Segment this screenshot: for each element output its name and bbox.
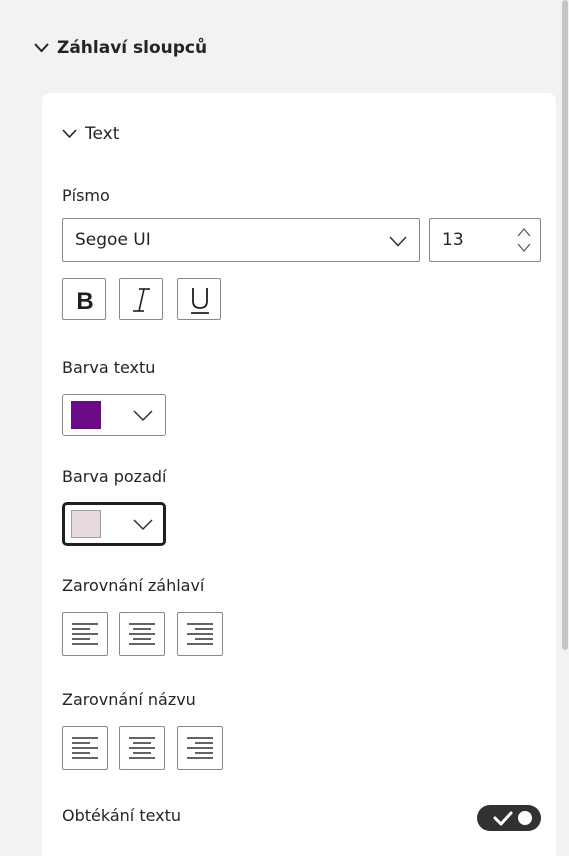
align-left-icon (72, 737, 98, 759)
text-color-swatch (71, 401, 101, 429)
header-alignment-label: Zarovnání záhlaví (62, 576, 205, 595)
group-title: Text (85, 124, 120, 144)
group-header-text[interactable]: Text (62, 124, 119, 144)
italic-icon (133, 288, 150, 312)
svg-text:B: B (76, 288, 93, 315)
bold-icon: B (76, 288, 93, 315)
align-center-icon (129, 623, 155, 645)
title-align-right-button[interactable] (177, 726, 223, 770)
italic-button[interactable] (119, 278, 163, 320)
align-center-icon (129, 737, 155, 759)
underline-icon (191, 288, 209, 314)
text-color-label: Barva textu (62, 358, 156, 377)
background-color-picker[interactable] (62, 502, 166, 546)
text-wrap-toggle[interactable] (477, 805, 541, 831)
title-alignment-label: Zarovnání názvu (62, 690, 196, 709)
header-align-left-button[interactable] (62, 612, 108, 656)
font-family-dropdown[interactable]: Segoe UI (62, 218, 420, 262)
background-color-swatch (71, 510, 101, 538)
background-color-label: Barva pozadí (62, 467, 167, 486)
font-size-value: 13 (442, 230, 464, 250)
text-wrap-label: Obtékání textu (62, 806, 182, 825)
header-align-center-button[interactable] (119, 612, 165, 656)
align-left-icon (72, 623, 98, 645)
checkmark-icon (493, 811, 532, 826)
chevron-down-icon (62, 129, 77, 139)
section-header-column-headers[interactable]: Záhlaví sloupců (34, 38, 207, 58)
chevron-down-icon (389, 236, 407, 247)
up-down-arrows-icon[interactable] (516, 224, 532, 256)
underline-button[interactable] (177, 278, 221, 320)
font-family-value: Segoe UI (75, 230, 151, 250)
align-right-icon (187, 623, 213, 645)
section-title: Záhlaví sloupců (57, 38, 208, 58)
panel-scrollbar-thumb[interactable] (562, 0, 568, 650)
bold-button[interactable]: B (62, 278, 106, 320)
header-align-right-button[interactable] (177, 612, 223, 656)
font-size-stepper[interactable]: 13 (429, 218, 541, 262)
chevron-down-icon (133, 519, 153, 531)
title-align-left-button[interactable] (62, 726, 108, 770)
title-align-center-button[interactable] (119, 726, 165, 770)
chevron-down-icon (133, 410, 153, 422)
font-label: Písmo (62, 186, 110, 205)
text-color-picker[interactable] (62, 394, 166, 436)
chevron-down-icon (34, 43, 49, 53)
align-right-icon (187, 737, 213, 759)
